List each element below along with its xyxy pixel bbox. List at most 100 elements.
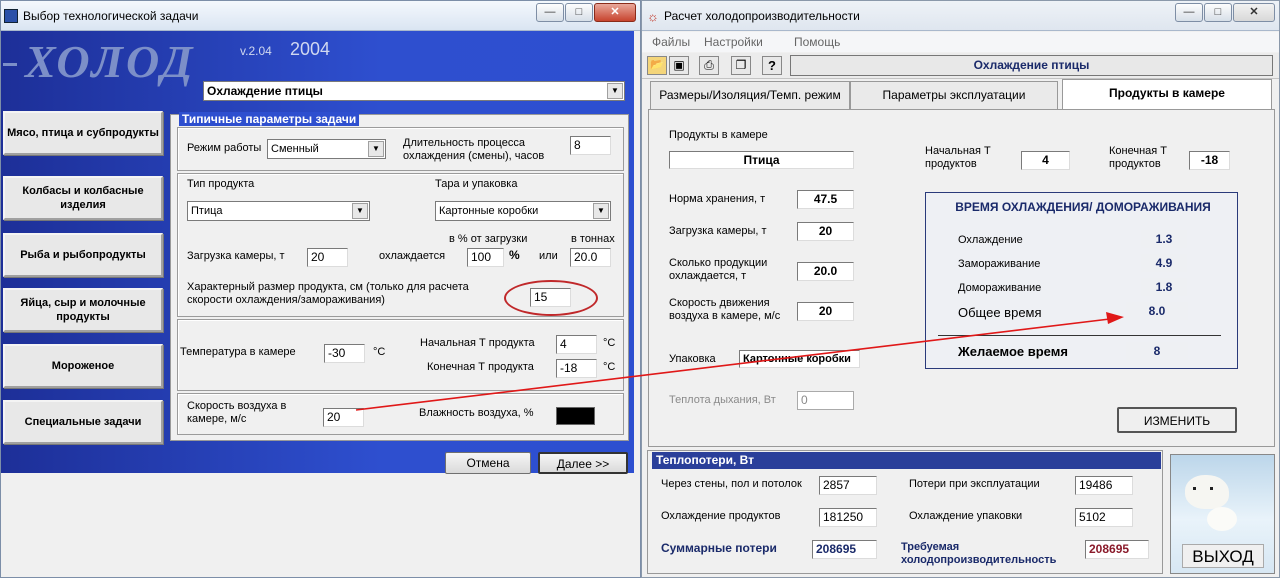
pack-label: Тара и упаковка (435, 178, 518, 190)
minimize-icon[interactable]: — (536, 3, 564, 22)
save-icon[interactable]: ▣ (669, 56, 689, 75)
tab-products[interactable]: Продукты в камере (1062, 79, 1272, 110)
tons-label: в тоннах (571, 233, 615, 245)
tons-input[interactable]: 20.0 (570, 248, 611, 267)
task-select-window: Выбор технологической задачи — □ ✕ ХОЛОД… (0, 0, 641, 578)
menu-files[interactable]: Файлы (652, 35, 690, 49)
close-icon[interactable]: ✕ (1233, 3, 1275, 22)
year: 2004 (290, 39, 331, 59)
sum-field[interactable]: 208695 (812, 540, 877, 559)
op-field[interactable]: 19486 (1075, 476, 1133, 495)
maximize-icon[interactable]: □ (1204, 3, 1232, 22)
heat-field[interactable]: 0 (797, 391, 854, 410)
category-special-button[interactable]: Специальные задачи (3, 400, 163, 444)
chevron-down-icon[interactable]: ▼ (607, 83, 623, 99)
r-air-field[interactable]: 20 (797, 302, 854, 321)
maximize-icon[interactable]: □ (565, 3, 593, 22)
time-freezing-label: Замораживание (958, 258, 1041, 270)
pct-unit: % (509, 248, 520, 262)
cancel-button[interactable]: Отмена (445, 452, 531, 474)
r-load-field[interactable]: 20 (797, 222, 854, 241)
size-label: Характерный размер продукта, см (только … (187, 281, 469, 306)
time-box-title: ВРЕМЯ ОХЛАЖДЕНИЯ/ ДОМОРАЖИВАНИЯ (955, 200, 1211, 214)
air-input[interactable]: 20 (323, 408, 364, 427)
menu-settings[interactable]: Настройки (704, 35, 763, 49)
start-t-input[interactable]: 4 (556, 335, 597, 354)
left-title-bar[interactable]: Выбор технологической задачи — □ ✕ (1, 1, 640, 31)
category-icecream-button[interactable]: Мороженое (3, 344, 163, 388)
sum-label: Суммарные потери (661, 541, 777, 555)
category-eggs-button[interactable]: Яйца, сыр и молочные продукты (3, 288, 163, 332)
bear-body (1185, 475, 1229, 509)
task-dropdown[interactable]: Охлаждение птицы ▼ (203, 81, 625, 101)
copy-icon[interactable]: ❐ (731, 56, 751, 75)
category-sausage-button[interactable]: Колбасы и колбасные изделия (3, 176, 163, 220)
packcool-field[interactable]: 5102 (1075, 508, 1133, 527)
logo: ХОЛОД (25, 36, 196, 87)
close-icon[interactable]: ✕ (594, 3, 636, 22)
params-group-title: Типичные параметры задачи (179, 112, 360, 126)
menu-help[interactable]: Помощь (794, 35, 840, 49)
r-cooled-label: Сколько продукции охлаждается, т (669, 257, 768, 282)
pack-dropdown[interactable]: Картонные коробки ▼ (435, 201, 611, 221)
norm-field[interactable]: 47.5 (797, 190, 854, 209)
exit-button[interactable]: ВЫХОД (1182, 544, 1264, 568)
version: v.2.04 (240, 44, 272, 58)
humidity-label: Влажность воздуха, % (419, 407, 534, 419)
time-cooling-label: Охлаждение (958, 234, 1023, 246)
heat-label: Теплота дыхания, Вт (669, 394, 776, 406)
op-label: Потери при эксплуатации (909, 478, 1040, 490)
temp-label: Температура в камере (180, 346, 296, 358)
calc-window: ☼ Расчет холодопроизводительности — □ ✕ … (641, 0, 1280, 578)
bear-cub (1207, 507, 1237, 531)
chevron-down-icon[interactable]: ▼ (352, 203, 368, 219)
open-folder-icon[interactable]: 📂 (647, 56, 667, 75)
norm-label: Норма хранения, т (669, 193, 766, 205)
req-field[interactable]: 208695 (1085, 540, 1149, 559)
minimize-icon[interactable]: — (1175, 3, 1203, 22)
right-window-title: Расчет холодопроизводительности (664, 9, 860, 23)
walls-field[interactable]: 2857 (819, 476, 877, 495)
load-input[interactable]: 20 (307, 248, 348, 267)
end-t-label: Конечная Т продукта (427, 361, 534, 373)
end-t-unit: °C (603, 361, 616, 373)
r-cooled-field[interactable]: 20.0 (797, 262, 854, 281)
mode-dropdown[interactable]: Сменный ▼ (267, 139, 386, 159)
change-button[interactable]: ИЗМЕНИТЬ (1117, 407, 1237, 433)
app-icon (4, 9, 18, 23)
start-t-unit: °C (603, 337, 616, 349)
r-end-t-field[interactable]: -18 (1189, 151, 1230, 170)
mode-label: Режим работы (187, 142, 262, 154)
end-t-input[interactable]: -18 (556, 359, 597, 378)
chevron-down-icon[interactable]: ▼ (593, 203, 609, 219)
chevron-down-icon[interactable]: ▼ (368, 141, 384, 157)
products-field[interactable]: Птица (669, 151, 854, 169)
r-pack-field[interactable]: Картонные коробки (739, 350, 860, 368)
time-box-divider (938, 335, 1221, 336)
humidity-input[interactable] (556, 407, 595, 425)
next-button[interactable]: Далее >> (538, 452, 628, 474)
pct-input[interactable]: 100 (467, 248, 504, 267)
pct-label: в % от загрузки (449, 233, 528, 245)
product-type-dropdown[interactable]: Птица ▼ (187, 201, 370, 221)
right-title-bar[interactable]: ☼ Расчет холодопроизводительности — □ ✕ (642, 1, 1279, 31)
r-end-t-label: Конечная Т продуктов (1109, 145, 1168, 170)
time-post-freezing-label: Домораживание (958, 282, 1042, 294)
tab-dimensions[interactable]: Размеры/Изоляция/Темп. режим (650, 81, 850, 109)
category-fish-button[interactable]: Рыба и рыбопродукты (3, 233, 163, 277)
r-start-t-field[interactable]: 4 (1021, 151, 1070, 170)
duration-input[interactable]: 8 (570, 136, 611, 155)
products-label: Продукты в камере (669, 129, 768, 141)
duration-label: Длительность процесса охлаждения (смены)… (403, 137, 545, 162)
cooled-label: охлаждается (379, 250, 446, 262)
r-air-label: Скорость движения воздуха в камере, м/с (669, 297, 781, 322)
temp-unit: °C (373, 346, 386, 358)
print-icon[interactable]: ⎙ (699, 56, 719, 75)
help-icon[interactable]: ? (762, 56, 782, 75)
cool-field[interactable]: 181250 (819, 508, 877, 527)
category-meat-button[interactable]: Мясо, птица и субпродукты (3, 111, 163, 155)
bear-eyes (1193, 487, 1213, 490)
tab-operation[interactable]: Параметры эксплуатации (850, 81, 1058, 109)
temp-input[interactable]: -30 (324, 344, 365, 363)
losses-title: Теплопотери, Вт (652, 452, 1161, 469)
